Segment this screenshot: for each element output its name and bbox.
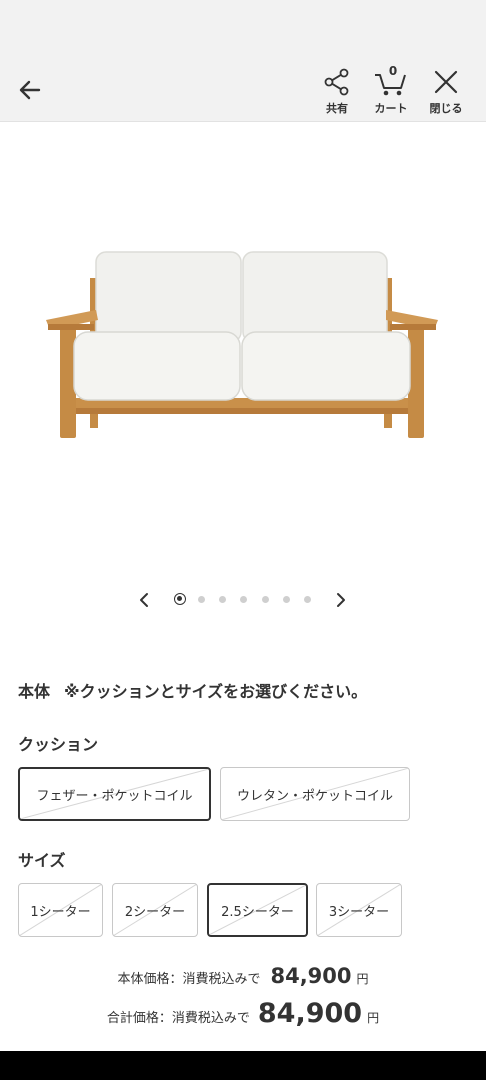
arrow-left-icon (19, 80, 41, 100)
image-carousel-controls (0, 588, 486, 612)
carousel-next-button[interactable] (331, 590, 351, 610)
cart-button[interactable]: 0 カート (368, 64, 414, 116)
cushion-label: クッション (18, 735, 99, 754)
carousel-dot[interactable] (261, 596, 269, 603)
carousel-dot[interactable] (219, 596, 227, 603)
chevron-left-icon (140, 593, 148, 607)
body-price-unit: 円 (356, 972, 369, 986)
header-bar: 共有 0 カート 閉じる (0, 60, 486, 122)
close-label: 閉じる (429, 102, 463, 115)
share-icon (319, 66, 355, 98)
size-label: サイズ (18, 851, 66, 870)
product-image-sofa[interactable] (40, 240, 446, 446)
body-price-value: 84,900 (270, 964, 352, 988)
carousel-dot[interactable] (283, 596, 290, 603)
carousel-dot[interactable] (240, 596, 248, 603)
carousel-dot[interactable] (197, 596, 205, 603)
total-price-label: 合計価格：消費税込みで (106, 1011, 250, 1026)
size-option-2-seater[interactable]: 2シーター (112, 883, 198, 937)
body-price-label: 本体価格：消費税込みで (117, 972, 261, 987)
chevron-right-icon (337, 593, 345, 607)
carousel-dot[interactable] (304, 596, 312, 603)
size-option-label: 2シーター (124, 904, 186, 920)
size-option-label: 1シーター (30, 904, 91, 920)
total-price-unit: 円 (367, 1011, 380, 1025)
share-button[interactable]: 共有 (318, 66, 356, 116)
cart-count-badge: 0 (388, 64, 398, 78)
size-option-2-5-seater[interactable]: 2.5シーター (207, 883, 308, 937)
back-button[interactable] (14, 74, 46, 106)
carousel-dot[interactable] (174, 593, 186, 605)
carousel-prev-button[interactable] (134, 590, 154, 610)
share-label: 共有 (326, 102, 348, 115)
cushion-option-feather[interactable]: フェザー・ポケットコイル (18, 767, 211, 821)
options-section-title: 本体 ※クッションとサイズをお選びください。 (18, 678, 367, 702)
cart-label: カート (374, 102, 408, 115)
cart-icon: 0 (373, 64, 409, 98)
system-nav-bar (0, 1051, 486, 1080)
size-option-3-seater[interactable]: 3シーター (316, 883, 402, 937)
close-icon (428, 66, 464, 98)
cushion-option-label: フェザー・ポケットコイル (36, 788, 193, 804)
size-option-label: 2.5シーター (221, 904, 294, 920)
status-bar (0, 0, 486, 60)
close-button[interactable]: 閉じる (424, 66, 468, 116)
section-title-text: 本体 (18, 682, 51, 701)
total-price-value: 84,900 (257, 998, 363, 1029)
cushion-option-label: ウレタン・ポケットコイル (236, 788, 393, 804)
body-price-row: 本体価格：消費税込みで 84,900 円 (0, 964, 486, 988)
cushion-option-urethane[interactable]: ウレタン・ポケットコイル (220, 767, 410, 821)
size-option-1-seater[interactable]: 1シーター (18, 883, 103, 937)
size-option-label: 3シーター (328, 904, 390, 920)
total-price-row: 合計価格：消費税込みで 84,900 円 (0, 998, 486, 1029)
section-note-text: ※クッションとサイズをお選びください。 (64, 682, 368, 701)
